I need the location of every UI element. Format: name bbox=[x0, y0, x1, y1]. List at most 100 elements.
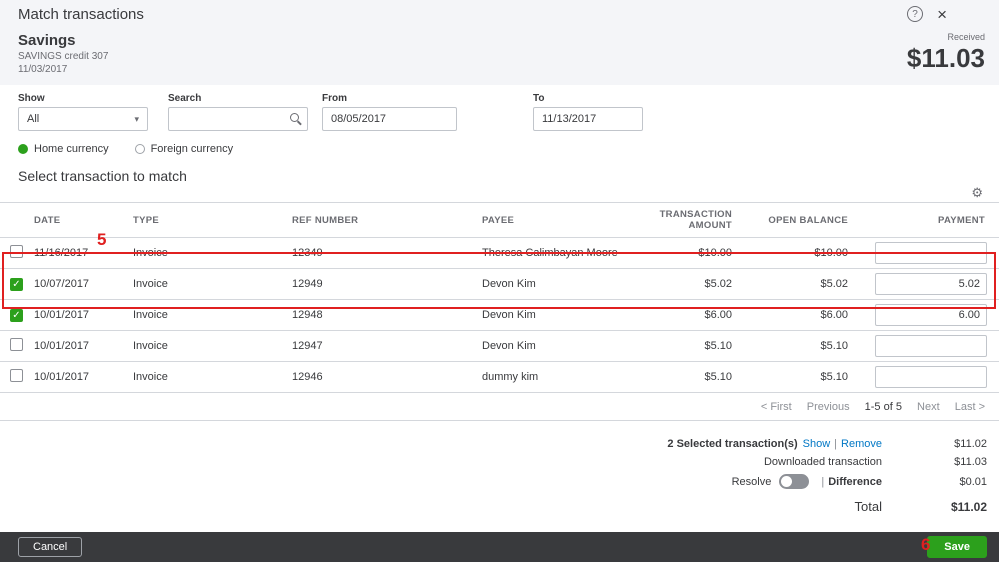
cell-ref-number: 12946 bbox=[288, 361, 478, 393]
pagination-first[interactable]: < First bbox=[761, 401, 792, 413]
search-input[interactable] bbox=[168, 107, 308, 131]
currency-selector: Home currency Foreign currency bbox=[0, 132, 999, 156]
cell-transaction-amount: $5.10 bbox=[632, 361, 746, 393]
cell-transaction-amount: $5.10 bbox=[632, 330, 746, 362]
remove-link[interactable]: Remove bbox=[841, 438, 882, 450]
radio-unselected-icon bbox=[134, 144, 145, 154]
cell-open-balance: $10.00 bbox=[746, 237, 862, 269]
from-label: From bbox=[322, 93, 347, 104]
col-header-ref-number: REF NUMBER bbox=[288, 202, 478, 238]
match-transactions-dialog: Match transactions ? × Savings SAVINGS c… bbox=[0, 0, 999, 562]
table-row: ✓ 10/01/2017 Invoice 12946 dummy kim $5.… bbox=[0, 361, 999, 393]
payment-input[interactable] bbox=[875, 335, 987, 357]
row-checkbox[interactable]: ✓ bbox=[10, 338, 23, 351]
resolve-label: Resolve bbox=[731, 475, 772, 488]
cell-type: Invoice bbox=[129, 299, 288, 331]
filter-bar: Show All ▾ Search From To bbox=[0, 85, 999, 132]
cell-open-balance: $5.10 bbox=[746, 361, 862, 393]
cancel-button[interactable]: Cancel bbox=[18, 537, 83, 557]
selected-amount: $11.02 bbox=[954, 438, 987, 450]
show-dropdown-value: All bbox=[27, 113, 40, 125]
cell-type: Invoice bbox=[129, 361, 288, 393]
pagination-last[interactable]: Last > bbox=[955, 401, 985, 413]
to-filter: To bbox=[533, 93, 643, 132]
account-header: Savings SAVINGS credit 307 11/03/2017 Re… bbox=[0, 28, 999, 85]
show-link[interactable]: Show bbox=[803, 438, 831, 450]
summary-panel: 2 Selected transaction(s) Show | Remove … bbox=[547, 435, 987, 517]
cell-payee: Devon Kim bbox=[478, 299, 632, 331]
difference-amount: $0.01 bbox=[959, 475, 987, 488]
radio-selected-icon bbox=[18, 144, 28, 154]
cell-payee: dummy kim bbox=[478, 361, 632, 393]
checkmark-icon: ✓ bbox=[12, 278, 21, 290]
dialog-title-bar: Match transactions ? × bbox=[0, 0, 999, 28]
cell-type: Invoice bbox=[129, 330, 288, 362]
from-filter: From bbox=[322, 93, 457, 132]
payment-input[interactable] bbox=[875, 242, 987, 264]
show-filter: Show All ▾ bbox=[18, 93, 148, 132]
payment-input[interactable] bbox=[875, 304, 987, 326]
search-box bbox=[168, 107, 308, 131]
home-currency-radio[interactable]: Home currency bbox=[18, 143, 109, 155]
payment-input[interactable] bbox=[875, 273, 987, 295]
cell-open-balance: $5.10 bbox=[746, 330, 862, 362]
table-row: ✓ 10/07/2017 Invoice 12949 Devon Kim $5.… bbox=[0, 268, 999, 300]
help-icon[interactable]: ? bbox=[907, 6, 924, 22]
cell-date: 10/01/2017 bbox=[30, 299, 129, 331]
chevron-down-icon: ▾ bbox=[134, 113, 139, 124]
title-bar-icons: ? × bbox=[907, 6, 947, 23]
close-icon[interactable]: × bbox=[937, 6, 947, 23]
row-checkbox[interactable]: ✓ bbox=[10, 277, 23, 291]
row-checkbox[interactable]: ✓ bbox=[10, 369, 23, 382]
cell-payee: Theresa Calimbayan Moore bbox=[478, 237, 632, 269]
cell-type: Invoice bbox=[129, 268, 288, 300]
pagination: < First Previous 1-5 of 5 Next Last > bbox=[0, 393, 999, 421]
cell-open-balance: $5.02 bbox=[746, 268, 862, 300]
pagination-previous[interactable]: Previous bbox=[807, 401, 850, 413]
search-icon[interactable] bbox=[290, 113, 299, 122]
cell-open-balance: $6.00 bbox=[746, 299, 862, 331]
foreign-currency-radio[interactable]: Foreign currency bbox=[134, 143, 234, 155]
dialog-footer: Cancel Save bbox=[0, 532, 999, 562]
cell-transaction-amount: $10.00 bbox=[632, 237, 746, 269]
received-block: Received $11.03 bbox=[907, 30, 985, 79]
total-amount: $11.02 bbox=[950, 499, 987, 514]
selected-summary-row: 2 Selected transaction(s) Show | Remove … bbox=[667, 438, 987, 450]
cell-date: 11/16/2017 bbox=[30, 237, 129, 269]
table-header: DATE TYPE REF NUMBER PAYEE TRANSACTION A… bbox=[0, 202, 999, 238]
pagination-range: 1-5 of 5 bbox=[864, 401, 902, 413]
dialog-title: Match transactions bbox=[18, 5, 144, 23]
cell-payee: Devon Kim bbox=[478, 330, 632, 362]
account-date: 11/03/2017 bbox=[18, 64, 68, 75]
account-name: Savings bbox=[18, 32, 76, 49]
save-button[interactable]: Save bbox=[927, 536, 987, 558]
cell-ref-number: 12947 bbox=[288, 330, 478, 362]
transactions-table: DATE TYPE REF NUMBER PAYEE TRANSACTION A… bbox=[0, 202, 999, 393]
to-date-input[interactable] bbox=[533, 107, 643, 131]
cell-ref-number: 12949 bbox=[288, 268, 478, 300]
transactions-body: ✓ 11/16/2017 Invoice 12349 Theresa Calim… bbox=[0, 237, 999, 393]
downloaded-label: Downloaded transaction bbox=[763, 456, 882, 468]
col-header-open-balance: OPEN BALANCE bbox=[746, 202, 862, 238]
show-dropdown[interactable]: All ▾ bbox=[18, 107, 148, 131]
pagination-next[interactable]: Next bbox=[917, 401, 940, 413]
gear-icon[interactable]: ⚙ bbox=[971, 185, 983, 200]
cell-date: 10/01/2017 bbox=[30, 361, 129, 393]
col-header-date: DATE bbox=[30, 202, 129, 238]
to-label: To bbox=[533, 93, 545, 104]
cell-ref-number: 12948 bbox=[288, 299, 478, 331]
row-checkbox[interactable]: ✓ bbox=[10, 245, 23, 258]
table-settings-row: ⚙ bbox=[0, 184, 999, 202]
total-summary-row: Total $11.02 bbox=[547, 496, 987, 517]
cell-transaction-amount: $5.02 bbox=[632, 268, 746, 300]
payment-input[interactable] bbox=[875, 366, 987, 388]
search-label: Search bbox=[168, 93, 202, 104]
row-checkbox[interactable]: ✓ bbox=[10, 308, 23, 322]
selected-count-label: 2 Selected transaction(s) bbox=[667, 438, 798, 450]
resolve-toggle[interactable] bbox=[779, 474, 810, 489]
from-date-input[interactable] bbox=[322, 107, 457, 131]
received-amount: $11.03 bbox=[906, 43, 985, 73]
resolve-summary-row: Resolve | Difference $0.01 bbox=[731, 474, 987, 489]
foreign-currency-label: Foreign currency bbox=[150, 143, 234, 155]
account-info: Savings SAVINGS credit 307 11/03/2017 bbox=[18, 30, 108, 79]
